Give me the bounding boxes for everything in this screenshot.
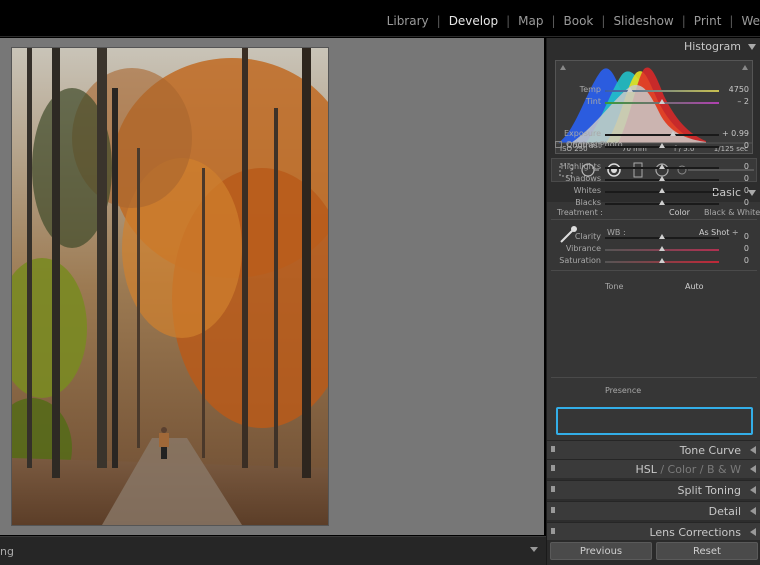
module-list: Library | Develop | Map | Book | Slidesh… <box>379 14 760 28</box>
panel-button-row: Previous Reset <box>547 540 760 565</box>
tone-label: Tone <box>605 282 624 291</box>
exposure-value[interactable]: + 0.99 <box>709 129 749 138</box>
blacks-value[interactable]: 0 <box>709 198 749 207</box>
module-picker-bar: Library | Develop | Map | Book | Slidesh… <box>0 0 760 37</box>
tint-label: Tint <box>585 97 601 106</box>
treatment-label: Treatment : <box>557 208 603 217</box>
collapse-triangle-icon[interactable] <box>748 44 756 50</box>
red-eye-icon[interactable] <box>606 162 622 178</box>
right-panel: Histogram ISO 250 70 mm f / 5.0 1/125 se… <box>546 38 760 565</box>
shadows-value[interactable]: 0 <box>709 174 749 183</box>
basic-panel: Treatment : Color Black & White WB : As … <box>547 85 760 442</box>
vibrance-value[interactable]: 0 <box>709 244 749 253</box>
graduated-filter-icon[interactable] <box>632 162 644 178</box>
histogram-title: Histogram <box>683 40 741 53</box>
tone-auto-button[interactable]: Auto <box>685 282 704 291</box>
panel-switch-icon[interactable] <box>551 446 555 452</box>
autumn-forest-photo <box>12 48 328 525</box>
detail-title: Detail <box>708 505 741 518</box>
expand-triangle-icon[interactable] <box>750 486 756 494</box>
toolbar-menu-arrow-icon[interactable] <box>530 547 538 552</box>
histogram-header[interactable]: Histogram <box>547 38 760 56</box>
module-map[interactable]: Map <box>510 14 551 28</box>
photo-preview[interactable] <box>12 48 328 525</box>
tint-slider-thumb[interactable] <box>659 99 665 104</box>
split-toning-panel-header[interactable]: Split Toning <box>547 480 760 499</box>
expand-triangle-icon[interactable] <box>750 465 756 473</box>
clarity-label: Clarity <box>574 232 601 241</box>
highlights-label: Highlights <box>560 162 601 171</box>
temp-slider-thumb[interactable] <box>627 87 634 92</box>
lens-corrections-panel-header[interactable]: Lens Corrections <box>547 522 760 541</box>
previous-button[interactable]: Previous <box>550 542 652 560</box>
divider <box>551 219 757 220</box>
hsl-separator: / <box>660 463 665 476</box>
module-slideshow[interactable]: Slideshow <box>605 14 681 28</box>
temp-slider-track[interactable] <box>605 90 719 92</box>
contrast-label: Contrast <box>566 141 601 150</box>
highlight-clipping-icon[interactable] <box>742 65 748 70</box>
toolbar-label: ng <box>0 545 14 558</box>
vibrance-saturation-highlight <box>556 407 753 435</box>
module-develop[interactable]: Develop <box>441 14 506 28</box>
tone-curve-panel-header[interactable]: Tone Curve <box>547 440 760 459</box>
panel-switch-icon[interactable] <box>551 528 555 534</box>
detail-panel-header[interactable]: Detail <box>547 501 760 520</box>
highlights-value[interactable]: 0 <box>709 162 749 171</box>
exposure-label: Exposure <box>563 129 601 138</box>
highlights-slider-thumb[interactable] <box>659 164 665 169</box>
saturation-value[interactable]: 0 <box>709 256 749 265</box>
treatment-color-option[interactable]: Color <box>669 208 690 217</box>
lens-corrections-title: Lens Corrections <box>649 526 741 539</box>
bottom-toolbar: ng <box>0 536 546 565</box>
treatment-bw-option[interactable]: Black & White <box>704 208 760 217</box>
temp-label: Temp <box>579 85 601 94</box>
wb-label: WB : <box>607 228 626 237</box>
bw-tab[interactable]: B & W <box>707 463 741 476</box>
panel-switch-icon[interactable] <box>551 465 555 471</box>
blacks-label: Blacks <box>575 198 601 207</box>
module-library[interactable]: Library <box>379 14 437 28</box>
shadow-clipping-icon[interactable] <box>560 65 566 70</box>
hsl-panel-header[interactable]: HSL / Color / B & W <box>547 459 760 478</box>
whites-slider-thumb[interactable] <box>659 188 665 193</box>
contrast-slider-thumb[interactable] <box>659 143 665 148</box>
contrast-value[interactable]: 0 <box>709 141 749 150</box>
exposure-slider-track[interactable] <box>605 134 719 136</box>
panel-switch-icon[interactable] <box>551 507 555 513</box>
whites-label: Whites <box>573 186 601 195</box>
hsl-separator: / <box>699 463 704 476</box>
presence-label: Presence <box>605 386 642 395</box>
vibrance-slider-thumb[interactable] <box>659 246 665 251</box>
temp-value[interactable]: 4750 <box>709 85 749 94</box>
shadows-slider-thumb[interactable] <box>659 176 665 181</box>
module-print[interactable]: Print <box>686 14 730 28</box>
divider <box>551 377 757 378</box>
image-canvas[interactable] <box>0 38 544 535</box>
module-web[interactable]: We <box>733 14 760 28</box>
hsl-tab[interactable]: HSL <box>635 463 656 476</box>
module-book[interactable]: Book <box>556 14 602 28</box>
exposure-slider-thumb[interactable] <box>670 131 677 136</box>
blacks-slider-thumb[interactable] <box>659 200 665 205</box>
tone-curve-title: Tone Curve <box>679 444 741 457</box>
expand-triangle-icon[interactable] <box>750 507 756 515</box>
collapse-triangle-icon[interactable] <box>748 190 756 196</box>
reset-button[interactable]: Reset <box>656 542 758 560</box>
tint-value[interactable]: – 2 <box>709 97 749 106</box>
color-tab[interactable]: Color <box>668 463 697 476</box>
clarity-value[interactable]: 0 <box>709 232 749 241</box>
panel-switch-icon[interactable] <box>551 486 555 492</box>
divider <box>551 270 757 271</box>
expand-triangle-icon[interactable] <box>750 446 756 454</box>
split-toning-title: Split Toning <box>677 484 741 497</box>
shadows-label: Shadows <box>565 174 601 183</box>
whites-value[interactable]: 0 <box>709 186 749 195</box>
clarity-slider-thumb[interactable] <box>659 234 665 239</box>
expand-triangle-icon[interactable] <box>750 528 756 536</box>
vibrance-label: Vibrance <box>565 244 601 253</box>
saturation-slider-thumb[interactable] <box>659 258 665 263</box>
saturation-label: Saturation <box>559 256 601 265</box>
